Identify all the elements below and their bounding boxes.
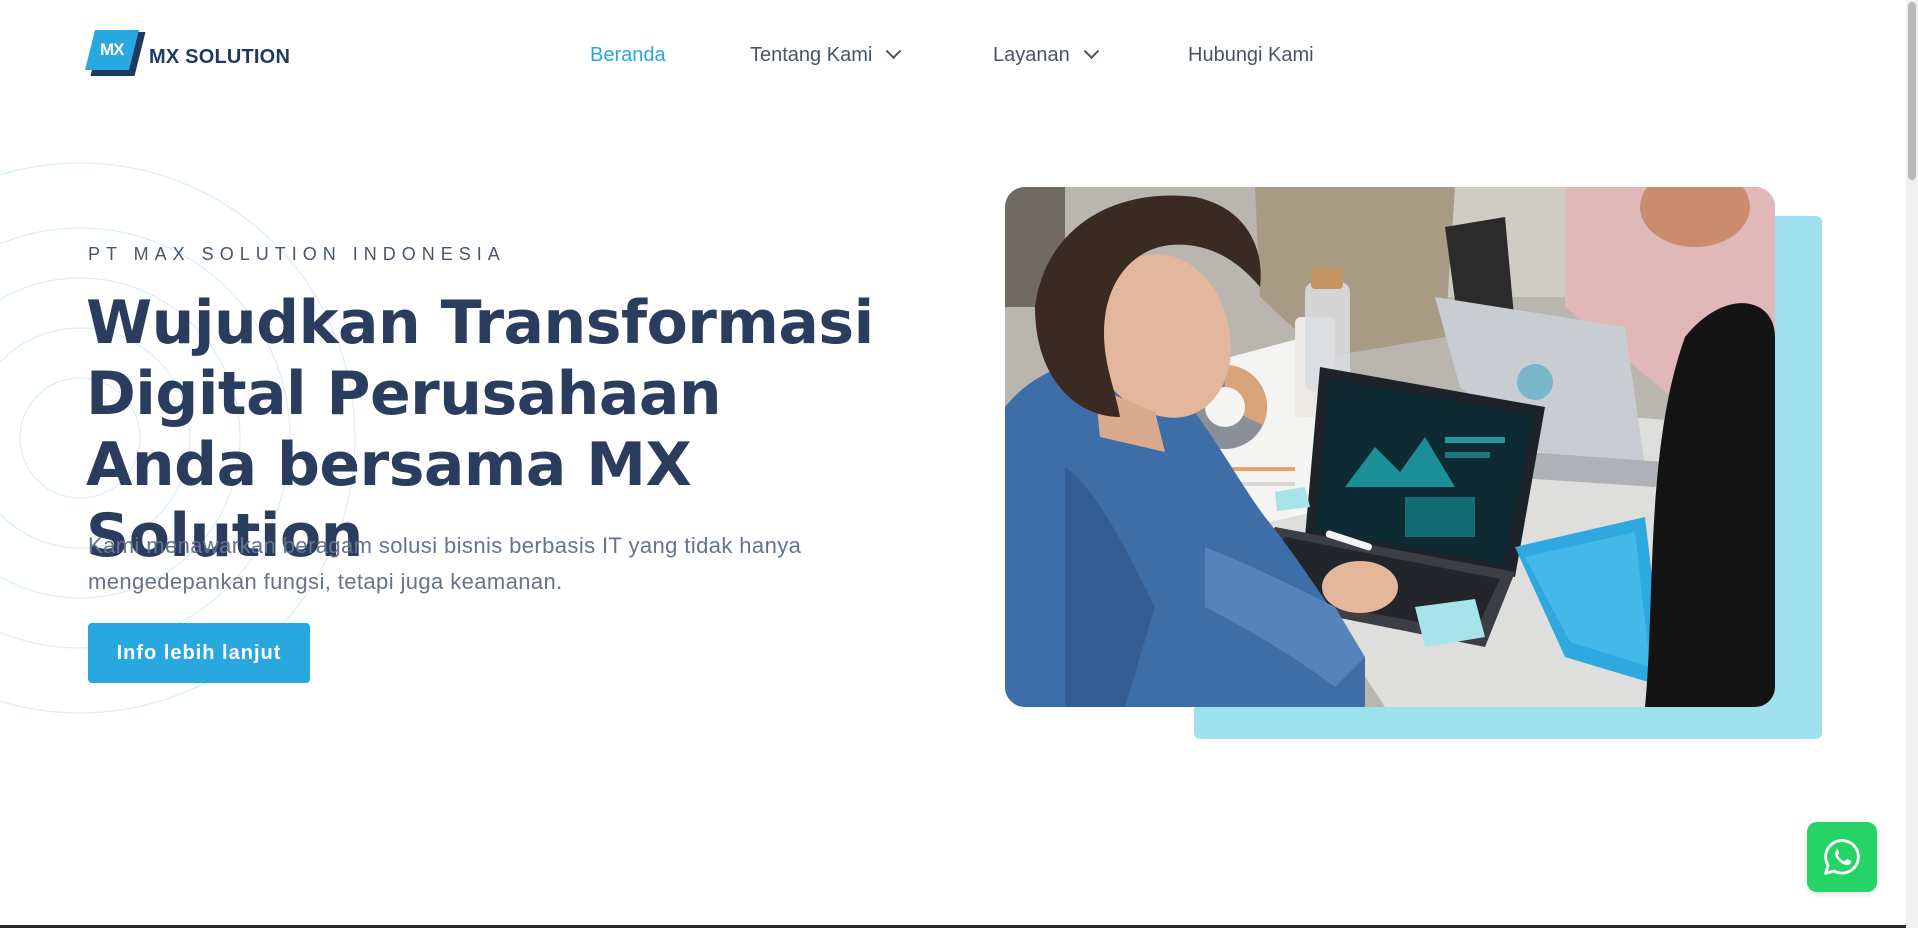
- hero-subtext: Kami menawarkan beragam solusi bisnis be…: [88, 533, 802, 594]
- info-lebih-lanjut-button[interactable]: Info lebih lanjut: [88, 623, 310, 683]
- logo-mark-text: MX: [100, 40, 124, 59]
- whatsapp-button[interactable]: [1807, 822, 1877, 892]
- nav-item-hubungi-kami[interactable]: Hubungi Kami: [1188, 40, 1314, 70]
- nav-item-tentang-kami[interactable]: Tentang Kami: [750, 40, 902, 70]
- nav-item-layanan[interactable]: Layanan: [993, 40, 1100, 70]
- site-logo[interactable]: MX MX SOLUTION: [85, 30, 291, 78]
- nav-item-label: Layanan: [993, 43, 1070, 66]
- site-header: MX MX SOLUTION Beranda Tentang Kami Laya…: [0, 0, 1906, 110]
- logo-brand-name: MX SOLUTION: [149, 45, 291, 68]
- page-scrollbar[interactable]: [1906, 0, 1918, 928]
- nav-item-beranda[interactable]: Beranda: [590, 40, 666, 70]
- page: MX MX SOLUTION Beranda Tentang Kami Laya…: [0, 0, 1918, 928]
- nav-item-label: Beranda: [590, 43, 666, 66]
- hero-eyebrow: PT MAX SOLUTION INDONESIA: [88, 244, 506, 264]
- team-meeting-photo-illustration: [1005, 187, 1775, 707]
- logo-mark: MX: [85, 30, 146, 78]
- hero-image: [1005, 187, 1775, 707]
- nav-item-label: Tentang Kami: [750, 43, 873, 66]
- chevron-down-icon: [886, 42, 902, 59]
- whatsapp-icon: [1824, 839, 1860, 875]
- nav-item-label: Hubungi Kami: [1188, 43, 1314, 66]
- chevron-down-icon: [1083, 42, 1100, 59]
- scrollbar-thumb[interactable]: [1908, 2, 1916, 180]
